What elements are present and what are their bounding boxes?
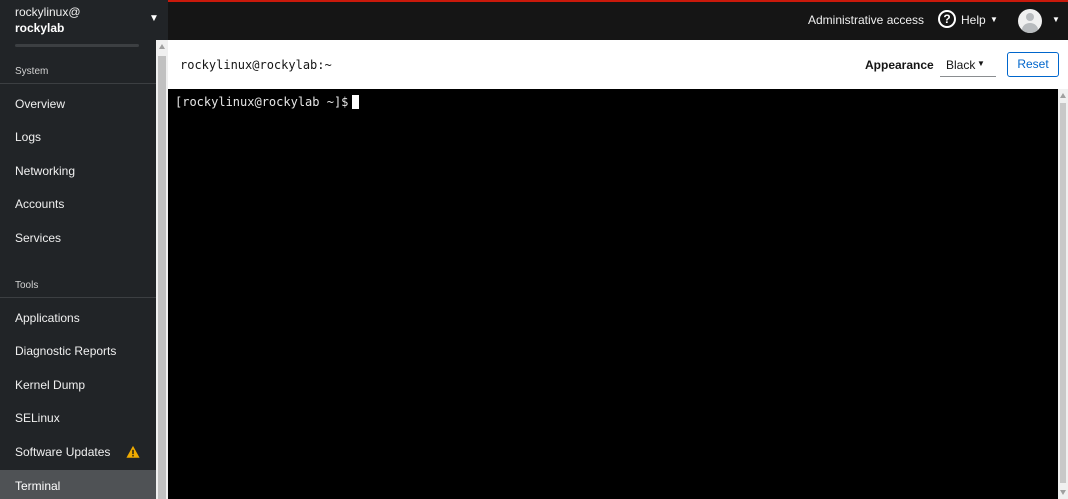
host-switcher[interactable]: rockylinux@ rockylab ▼ (0, 0, 168, 48)
sidebar-item-kernel-dump[interactable]: Kernel Dump (0, 369, 156, 402)
appearance-value: Black (946, 58, 976, 72)
host-name: rockylab (15, 21, 65, 35)
scroll-up-arrow-icon[interactable] (159, 44, 165, 49)
section-label-tools: Tools (15, 280, 39, 291)
caret-down-icon: ▼ (990, 15, 998, 24)
scrollbar-thumb[interactable] (1060, 103, 1066, 483)
terminal-prompt: [rockylinux@rockylab ~]$ (175, 95, 349, 109)
sidebar-item-software-updates[interactable]: Software Updates (0, 436, 156, 469)
appearance-select[interactable]: Black ▼ (940, 52, 996, 77)
sidebar-item-logs[interactable]: Logs (0, 121, 156, 154)
caret-down-icon: ▼ (1052, 15, 1060, 24)
sidebar-item-diagnostic-reports[interactable]: Diagnostic Reports (0, 335, 156, 368)
user-menu-button[interactable]: ▼ (1018, 9, 1062, 35)
sidebar-item-networking[interactable]: Networking (0, 155, 156, 188)
chevron-down-icon: ▼ (149, 13, 159, 24)
scroll-up-arrow-icon[interactable] (1060, 93, 1066, 98)
scroll-down-arrow-icon[interactable] (1060, 490, 1066, 495)
divider (0, 83, 156, 84)
sidebar-item-label: Software Updates (15, 445, 111, 459)
appearance-label: Appearance (865, 58, 934, 72)
administrative-access-button[interactable]: Administrative access (808, 13, 924, 27)
masthead: Administrative access ? Help ▼ ▼ (168, 0, 1068, 40)
question-circle-icon: ? (938, 10, 956, 28)
sidebar-item-services[interactable]: Services (0, 222, 156, 255)
host-user: rockylinux@ (15, 5, 81, 19)
reset-button[interactable]: Reset (1007, 52, 1059, 77)
warning-icon (126, 445, 140, 458)
help-label: Help (961, 13, 986, 27)
sidebar-item-applications[interactable]: Applications (0, 302, 156, 335)
nav-menu: System Overview Logs Networking Accounts… (0, 48, 156, 499)
sidebar-item-overview[interactable]: Overview (0, 88, 156, 121)
sidebar: rockylinux@ rockylab ▼ System Overview L… (0, 0, 168, 499)
caret-down-icon: ▼ (977, 59, 985, 68)
terminal-scrollbar[interactable] (1058, 89, 1068, 499)
sidebar-scrollbar[interactable] (156, 40, 168, 499)
divider (0, 297, 156, 298)
user-avatar-icon (1018, 9, 1042, 33)
sidebar-item-selinux[interactable]: SELinux (0, 402, 156, 435)
page-title: rockylinux@rockylab:~ (180, 58, 332, 72)
terminal-cursor (352, 95, 360, 109)
sidebar-item-terminal[interactable]: Terminal (0, 470, 156, 499)
section-label-system: System (15, 66, 49, 77)
terminal-header: rockylinux@rockylab:~ Appearance Black ▼… (168, 40, 1068, 89)
terminal-prompt-line: [rockylinux@rockylab ~]$ (175, 95, 360, 109)
host-underline (15, 44, 139, 47)
sidebar-item-accounts[interactable]: Accounts (0, 188, 156, 221)
scrollbar-thumb[interactable] (158, 56, 166, 499)
terminal-screen[interactable]: [rockylinux@rockylab ~]$ (168, 89, 1058, 499)
